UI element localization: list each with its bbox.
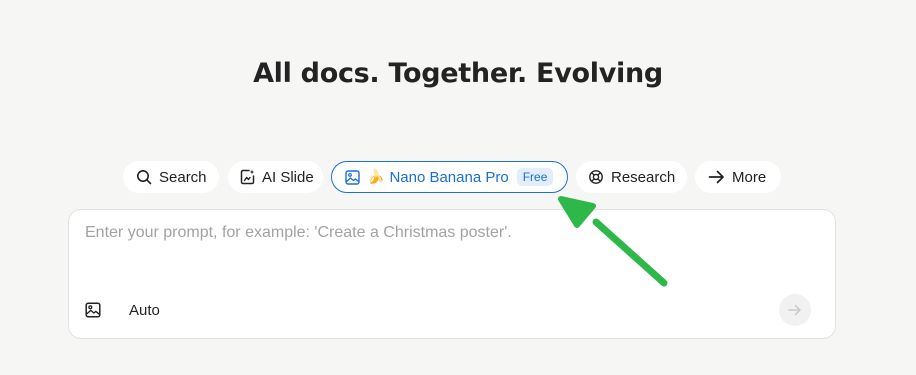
mode-search-button[interactable]: Search bbox=[123, 161, 219, 193]
arrow-right-icon bbox=[788, 304, 801, 316]
mode-ai-slide-label: AI Slide bbox=[262, 168, 314, 186]
prompt-box: Auto bbox=[68, 209, 836, 339]
free-badge: Free bbox=[516, 168, 554, 186]
arrow-right-icon bbox=[708, 169, 725, 185]
research-icon bbox=[588, 169, 604, 185]
mode-nano-banana-button[interactable]: 🍌 Nano Banana Pro Free bbox=[331, 161, 568, 193]
mode-research-button[interactable]: Research bbox=[576, 161, 687, 193]
mode-more-label: More bbox=[732, 168, 767, 186]
mode-ai-slide-button[interactable]: AI Slide bbox=[228, 161, 323, 193]
search-icon bbox=[136, 169, 152, 185]
mode-search-label: Search bbox=[159, 168, 207, 186]
prompt-input[interactable] bbox=[85, 224, 805, 242]
mode-selector-bar: Search AI Slide 🍌 Nano Banana Pro Free R… bbox=[0, 161, 916, 193]
model-selector[interactable]: Auto bbox=[129, 302, 160, 319]
image-icon bbox=[345, 169, 360, 185]
banana-emoji-icon: 🍌 bbox=[367, 169, 385, 185]
mode-nano-banana-label: Nano Banana Pro bbox=[389, 168, 509, 186]
page-title: All docs. Together. Evolving bbox=[253, 58, 663, 89]
send-button[interactable] bbox=[779, 294, 811, 326]
mode-research-label: Research bbox=[611, 168, 676, 186]
slide-icon bbox=[240, 169, 255, 185]
image-upload-button[interactable] bbox=[85, 302, 103, 320]
image-icon bbox=[85, 302, 101, 318]
mode-more-button[interactable]: More bbox=[695, 161, 781, 193]
